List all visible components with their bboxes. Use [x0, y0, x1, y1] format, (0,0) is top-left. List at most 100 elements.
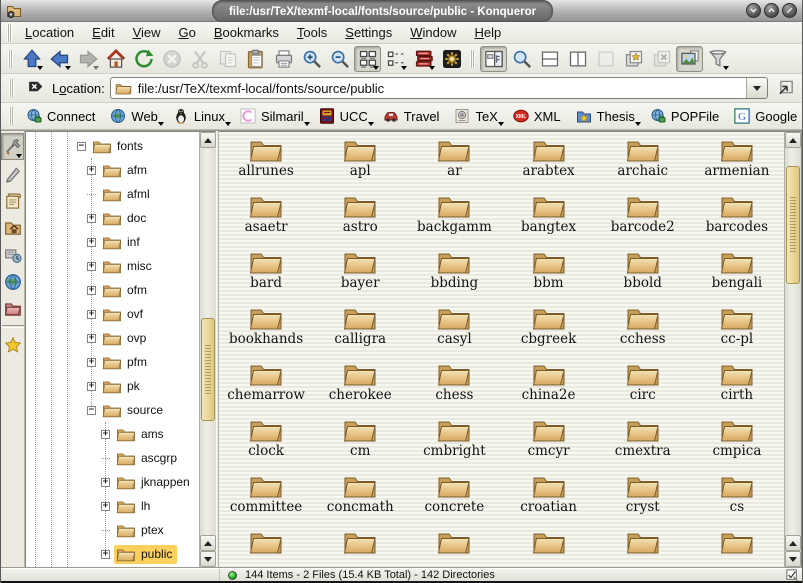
folder-item-clipped[interactable]	[407, 526, 501, 567]
sidebar-tab-services[interactable]	[1, 241, 24, 268]
bookmark-web[interactable]: Web	[103, 105, 165, 127]
tree-item-ovf[interactable]: + ovf	[26, 302, 199, 326]
new-tab-button[interactable]	[620, 46, 647, 72]
tree-item-body[interactable]: afml	[100, 185, 155, 204]
folder-item-clipped[interactable]	[313, 526, 407, 567]
folder-item-clipped[interactable]	[596, 526, 690, 567]
show-navigation-panel-button[interactable]	[480, 46, 507, 72]
location-dropdown-button[interactable]	[746, 78, 767, 98]
bookmark-ucc[interactable]: UCC	[312, 105, 375, 127]
expand-icon[interactable]: +	[87, 358, 96, 367]
main-scrollbar-track[interactable]	[785, 148, 801, 535]
folder-item-barcode2[interactable]: barcode2	[596, 190, 690, 246]
print-button[interactable]	[270, 46, 297, 72]
sidebar-tab-bookmarks[interactable]	[1, 331, 24, 358]
expand-icon[interactable]: +	[101, 550, 110, 559]
folder-item-circ[interactable]: circ	[596, 358, 690, 414]
expand-icon[interactable]: +	[101, 430, 110, 439]
tree-scroll-up-button[interactable]	[200, 132, 216, 148]
collapse-icon[interactable]: −	[77, 142, 86, 151]
zoom-in-button[interactable]	[298, 46, 325, 72]
folder-item-asaetr[interactable]: asaetr	[219, 190, 313, 246]
menu-help[interactable]: Help	[466, 23, 511, 42]
toolbar-handle[interactable]	[8, 50, 13, 68]
tree-item-lh[interactable]: +lh	[26, 494, 199, 518]
tree-item-afm[interactable]: +afm	[26, 158, 199, 182]
folder-item-cryst[interactable]: cryst	[596, 470, 690, 526]
bookmarkbar-handle[interactable]	[9, 107, 14, 125]
folder-item-cmpica[interactable]: cmpica	[690, 414, 784, 470]
bookmark-thesis[interactable]: Thesis	[569, 105, 642, 127]
reload-button[interactable]	[130, 46, 157, 72]
sidebar-tab-network[interactable]	[1, 268, 24, 295]
tree-item-doc[interactable]: +doc	[26, 206, 199, 230]
expand-icon[interactable]: +	[87, 286, 96, 295]
folder-item-clipped[interactable]	[219, 526, 313, 567]
tree-item-pk[interactable]: +pk	[26, 374, 199, 398]
folder-item-bard[interactable]: bard	[219, 246, 313, 302]
tree-item-body[interactable]: ascgrp	[114, 449, 182, 468]
titlebar[interactable]: file:/usr/TeX/texmf-local/fonts/source/p…	[1, 0, 802, 22]
tree-item-body[interactable]: ovp	[100, 329, 151, 348]
expand-icon[interactable]: +	[87, 238, 96, 247]
bookshelf-view-mode-button[interactable]	[410, 46, 437, 72]
bookmark-google[interactable]: GGoogle	[727, 105, 803, 127]
tree-item-ascgrp[interactable]: ascgrp	[26, 446, 199, 470]
up-button[interactable]	[18, 46, 45, 72]
folder-item-allrunes[interactable]: allrunes	[219, 134, 313, 190]
home-button[interactable]	[102, 46, 129, 72]
sidebar-tab-configure-panel[interactable]	[1, 133, 24, 160]
tree-item-pfm[interactable]: +pfm	[26, 350, 199, 374]
folder-item-cmextra[interactable]: cmextra	[596, 414, 690, 470]
menu-edit[interactable]: Edit	[83, 23, 123, 42]
bookmark-travel[interactable]: Travel	[376, 105, 447, 127]
folder-item-clock[interactable]: clock	[219, 414, 313, 470]
main-scrollbar-thumb[interactable]	[786, 166, 800, 284]
tree-scrollbar-thumb[interactable]	[201, 318, 215, 421]
tree-item-source[interactable]: −source	[26, 398, 199, 422]
menu-go[interactable]: Go	[170, 23, 205, 42]
folder-item-chess[interactable]: chess	[407, 358, 501, 414]
expand-icon[interactable]: +	[101, 478, 110, 487]
bookmark-silmaril[interactable]: Silmaril	[233, 105, 311, 127]
folder-item-barcodes[interactable]: barcodes	[690, 190, 784, 246]
close-button[interactable]	[782, 3, 797, 18]
tree-item-public[interactable]: +public	[26, 542, 199, 566]
tree-item-body[interactable]: afm	[100, 161, 152, 180]
folder-item-bbding[interactable]: bbding	[407, 246, 501, 302]
folder-item-cmcyr[interactable]: cmcyr	[501, 414, 595, 470]
main-scrollbar[interactable]	[784, 132, 801, 567]
tree-item-body[interactable]: ams	[114, 425, 169, 444]
folder-item-cs[interactable]: cs	[690, 470, 784, 526]
bookmark-popfile[interactable]: POPFile	[643, 105, 726, 127]
tree-scrollbar[interactable]	[199, 132, 216, 567]
tree-scroll-down-button[interactable]	[200, 551, 216, 567]
folder-item-cc-pl[interactable]: cc-pl	[690, 302, 784, 358]
folder-item-cbgreek[interactable]: cbgreek	[501, 302, 595, 358]
tree-item-body[interactable]: ofm	[100, 281, 152, 300]
folder-item-croatian[interactable]: croatian	[501, 470, 595, 526]
tree-scrollbar-track[interactable]	[200, 148, 216, 535]
tree-item-misc[interactable]: +misc	[26, 254, 199, 278]
folder-item-concrete[interactable]: concrete	[407, 470, 501, 526]
clear-location-button[interactable]	[23, 76, 47, 100]
location-input[interactable]	[136, 81, 746, 96]
folder-item-astro[interactable]: astro	[313, 190, 407, 246]
tree-item-body[interactable]: pk	[100, 377, 145, 396]
folder-item-clipped[interactable]	[690, 526, 784, 567]
folder-item-chemarrow[interactable]: chemarrow	[219, 358, 313, 414]
folder-item-arabtex[interactable]: arabtex	[501, 134, 595, 190]
menu-settings[interactable]: Settings	[336, 23, 401, 42]
tree-item-jknappen[interactable]: + jknappen	[26, 470, 199, 494]
folder-item-ar[interactable]: ar	[407, 134, 501, 190]
tree-item-body[interactable]: jknappen	[114, 473, 195, 492]
tree-item-body[interactable]: inf	[100, 233, 145, 252]
tree-item-body[interactable]: source	[100, 401, 168, 420]
expand-icon[interactable]: +	[87, 214, 96, 223]
list-view-mode-button[interactable]	[382, 46, 409, 72]
tree-item-body[interactable]: ovf	[100, 305, 148, 324]
folder-item-bangtex[interactable]: bangtex	[501, 190, 595, 246]
folder-item-cmbright[interactable]: cmbright	[407, 414, 501, 470]
expand-icon[interactable]: +	[87, 310, 96, 319]
zoom-out-button[interactable]	[326, 46, 353, 72]
